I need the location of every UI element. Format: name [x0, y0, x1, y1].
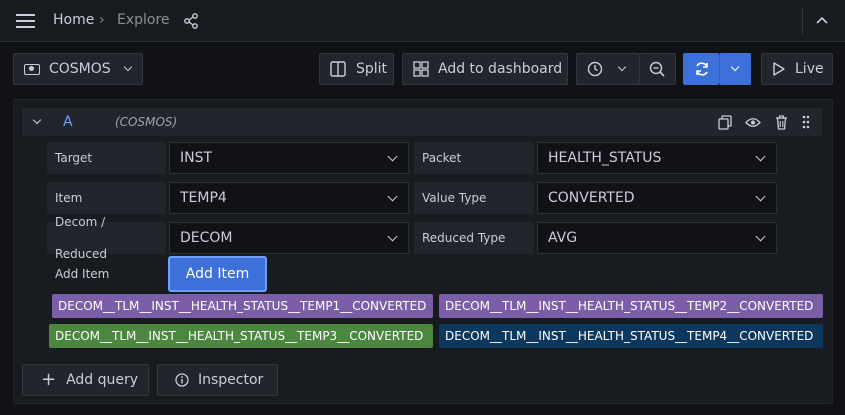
packet-label: Packet [414, 142, 534, 174]
trash-icon[interactable] [775, 115, 788, 130]
value-type-value: CONVERTED [548, 190, 635, 206]
refresh-icon [694, 61, 710, 77]
zoom-out-button[interactable] [640, 53, 676, 85]
live-button[interactable]: Live [761, 53, 833, 85]
clock-icon [587, 61, 603, 77]
item-select[interactable]: TEMP4 [169, 182, 409, 214]
play-icon [772, 61, 786, 77]
value-type-label: Value Type [414, 182, 534, 214]
target-select[interactable]: INST [169, 142, 409, 174]
zoom-out-icon [649, 61, 666, 78]
value-type-select[interactable]: CONVERTED [537, 182, 777, 214]
packet-select[interactable]: HEALTH_STATUS [537, 142, 777, 174]
item-tag-temp2[interactable]: DECOM__TLM__INST__HEALTH_STATUS__TEMP2__… [439, 294, 823, 318]
chevron-down-icon [755, 231, 766, 242]
info-circle-icon [175, 373, 189, 387]
target-value: INST [180, 150, 213, 166]
reduced-type-select[interactable]: AVG [537, 222, 777, 254]
chevron-down-icon [387, 231, 398, 242]
chevron-down-icon [387, 151, 398, 162]
split-icon [330, 61, 346, 77]
query-datasource: (COSMOS) [115, 115, 178, 129]
item-tag-temp4[interactable]: DECOM__TLM__INST__HEALTH_STATUS__TEMP4__… [439, 324, 823, 348]
add-to-dashboard-button[interactable]: Add to dashboard [402, 53, 568, 85]
target-label: Target [47, 142, 166, 174]
item-label: Item [47, 182, 166, 214]
add-query-button[interactable]: + Add query [22, 364, 149, 396]
inspector-button[interactable]: Inspector [157, 364, 278, 396]
share-icon[interactable] [183, 13, 199, 29]
chevron-down-icon [617, 62, 627, 72]
item-tag-temp1[interactable]: DECOM__TLM__INST__HEALTH_STATUS__TEMP1__… [52, 294, 433, 318]
query-letter[interactable]: A [63, 114, 73, 130]
menu-icon[interactable] [16, 14, 35, 28]
decom-label-line-1: Decom / [55, 215, 106, 229]
inspector-label: Inspector [198, 372, 264, 388]
item-tag-temp3[interactable]: DECOM__TLM__INST__HEALTH_STATUS__TEMP3__… [49, 324, 433, 348]
chevron-down-icon [755, 191, 766, 202]
reduced-type-value: AVG [548, 230, 578, 246]
cosmos-logo-icon [24, 63, 40, 75]
decom-value: DECOM [180, 230, 233, 246]
duplicate-query-icon[interactable] [718, 115, 732, 130]
datasource-name: COSMOS [49, 61, 111, 77]
eye-icon[interactable] [745, 117, 761, 128]
decom-select[interactable]: DECOM [169, 222, 409, 254]
chevron-down-icon [387, 191, 398, 202]
refresh-interval-dropdown[interactable] [719, 53, 751, 85]
breadcrumb-current: Explore [117, 12, 170, 28]
time-picker-button[interactable] [576, 53, 640, 85]
dashboard-grid-icon [413, 61, 429, 77]
add-item-label: Add Item [55, 267, 110, 281]
collapse-icon[interactable] [816, 16, 828, 24]
split-button[interactable]: Split [319, 53, 394, 85]
refresh-button[interactable] [683, 53, 719, 85]
chevron-down-icon [730, 62, 740, 72]
topbar-divider [802, 8, 803, 34]
breadcrumb-separator: › [99, 12, 105, 28]
add-query-label: Add query [66, 372, 139, 388]
datasource-picker[interactable]: COSMOS [13, 53, 143, 85]
item-value: TEMP4 [180, 190, 227, 206]
plus-icon: + [41, 369, 57, 390]
drag-handle-icon[interactable] [802, 115, 810, 129]
live-label: Live [795, 61, 824, 77]
chevron-down-icon [755, 151, 766, 162]
add-to-dashboard-label: Add to dashboard [438, 61, 563, 77]
packet-value: HEALTH_STATUS [548, 150, 662, 166]
reduced-type-label: Reduced Type [414, 222, 534, 254]
split-label: Split [356, 61, 388, 77]
chevron-down-icon [123, 62, 132, 72]
add-item-button[interactable]: Add Item [168, 256, 267, 292]
breadcrumb-home[interactable]: Home [53, 12, 94, 28]
